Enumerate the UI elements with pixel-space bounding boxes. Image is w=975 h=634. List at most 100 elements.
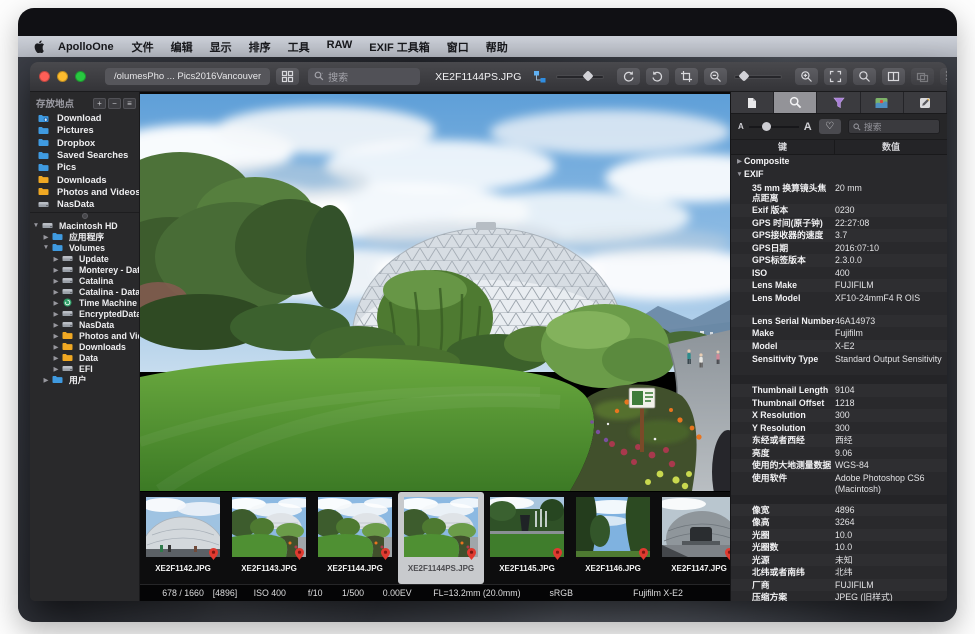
metadata-row[interactable]: 使用的大地测量数据WGS-84 (731, 459, 947, 472)
metadata-row[interactable]: GPS 时间(原子钟)22:27:08 (731, 217, 947, 230)
metadata-row[interactable]: GPS日期2016:07:10 (731, 242, 947, 255)
metadata-row[interactable]: 像高3264 (731, 516, 947, 529)
filmstrip-thumbnail[interactable]: XE2F1143.JPG (226, 492, 312, 584)
sidebar-remove-button[interactable]: − (108, 98, 121, 109)
apple-menu-icon[interactable] (34, 40, 45, 53)
tree-item-data[interactable]: ▶Data (30, 352, 139, 363)
sidebar-add-button[interactable]: + (93, 98, 106, 109)
rotate-right-button[interactable] (646, 68, 669, 85)
metadata-row[interactable]: 厂商FUJIFILM (731, 579, 947, 592)
disclosure-closed-icon[interactable]: ▶ (42, 376, 50, 384)
menu-item-1[interactable]: 文件 (132, 39, 154, 55)
disclosure-closed-icon[interactable]: ▶ (52, 365, 60, 373)
menu-item-9[interactable]: 帮助 (486, 39, 508, 55)
crop-button[interactable] (675, 68, 698, 85)
menu-item-8[interactable]: 窗口 (447, 39, 469, 55)
metadata-row[interactable]: Thumbnail Offset1218 (731, 397, 947, 410)
metadata-section-composite[interactable]: ▶Composite (731, 155, 947, 168)
metadata-row[interactable]: Exif 版本0230 (731, 204, 947, 217)
favorite-heart-button[interactable]: ♡ (819, 119, 841, 134)
disclosure-closed-icon[interactable]: ▶ (52, 343, 60, 351)
metadata-row[interactable]: ISO400 (731, 267, 947, 280)
filmstrip-thumbnail[interactable]: XE2F1146.JPG (570, 492, 656, 584)
rotate-left-button[interactable] (617, 68, 640, 85)
filmstrip-thumbnail[interactable]: XE2F1144.JPG (312, 492, 398, 584)
split-view-button[interactable] (882, 68, 905, 85)
grid-view-button[interactable] (276, 68, 299, 85)
favorite-item-dropbox[interactable]: Dropbox (30, 137, 139, 149)
disclosure-closed-icon[interactable]: ▶ (52, 310, 60, 318)
zoom-window-button[interactable] (75, 71, 86, 82)
metadata-row[interactable]: Thumbnail Length9104 (731, 384, 947, 397)
key-column-header[interactable]: 键 (731, 140, 835, 154)
menu-app-name[interactable]: ApolloOne (58, 41, 114, 53)
value-column-header[interactable]: 数值 (835, 140, 947, 154)
font-size-slider[interactable] (749, 126, 799, 128)
disclosure-closed-icon[interactable]: ▶ (52, 277, 60, 285)
filmstrip-thumbnail[interactable]: XE2F1145.JPG (484, 492, 570, 584)
disclosure-closed-icon[interactable]: ▶ (52, 266, 60, 274)
metadata-row[interactable]: 35 mm 换算镜头焦点距离20 mm (731, 181, 947, 204)
zoom-slider[interactable] (735, 76, 781, 78)
toolbar-search-field[interactable]: 搜索 (308, 68, 420, 85)
metadata-row[interactable]: 东经或者西经西经 (731, 434, 947, 447)
menu-item-4[interactable]: 排序 (249, 39, 271, 55)
actual-size-button[interactable] (853, 68, 876, 85)
tree-item-update[interactable]: ▶Update (30, 253, 139, 264)
tree-item-encrypteddata[interactable]: ▶EncryptedData (30, 308, 139, 319)
metadata-row[interactable]: 光圈10.0 (731, 529, 947, 542)
disclosure-closed-icon[interactable]: ▶ (52, 321, 60, 329)
metadata-row[interactable]: Lens Serial Number46A14973 (731, 315, 947, 328)
browser-tree-icon[interactable] (533, 70, 547, 84)
filmstrip-thumbnail-selected[interactable]: XE2F1144PS.JPG (398, 492, 484, 584)
metadata-row[interactable]: 亮度9.06 (731, 447, 947, 460)
favorite-item-saved-searches[interactable]: Saved Searches (30, 149, 139, 161)
disclosure-open-icon[interactable]: ▼ (735, 168, 744, 181)
metadata-row[interactable]: GPS接收器的速度3.7 (731, 229, 947, 242)
tree-item-photos-and-vide[interactable]: ▶Photos and Vide (30, 330, 139, 341)
disclosure-closed-icon[interactable]: ▶ (42, 233, 50, 241)
tab-filter[interactable] (817, 92, 860, 113)
filmstrip-thumbnail[interactable]: XE2F1147.JPG (656, 492, 730, 584)
disclosure-open-icon[interactable]: ▼ (32, 222, 40, 229)
metadata-row[interactable]: 北纬或者南纬北纬 (731, 566, 947, 579)
metadata-row[interactable]: Lens MakeFUJIFILM (731, 279, 947, 292)
metadata-section-exif[interactable]: ▼EXIF (731, 168, 947, 181)
metadata-row[interactable]: 光源未知 (731, 554, 947, 567)
tab-edit[interactable] (904, 92, 947, 113)
tree-item-monterey-data[interactable]: ▶Monterey - Data (30, 264, 139, 275)
tree-item-downloads[interactable]: ▶Downloads (30, 341, 139, 352)
photo-viewer[interactable] (140, 92, 730, 491)
metadata-row[interactable]: Lens ModelXF10-24mmF4 R OIS (731, 292, 947, 315)
tab-info[interactable] (731, 92, 774, 113)
metadata-row[interactable]: Sensitivity TypeStandard Output Sensitiv… (731, 352, 947, 375)
metadata-row[interactable]: 压缩方案JPEG (旧样式) (731, 591, 947, 601)
tree-item-应用程序[interactable]: ▶应用程序 (30, 231, 139, 242)
favorite-item-pictures[interactable]: Pictures (30, 124, 139, 136)
favorite-item-pics[interactable]: Pics (30, 161, 139, 173)
favorite-item-photos-and-videos[interactable]: Photos and Videos (30, 186, 139, 198)
disclosure-closed-icon[interactable]: ▶ (52, 288, 60, 296)
disclosure-closed-icon[interactable]: ▶ (735, 155, 744, 168)
folder-path-button[interactable]: /olumesPho ... Pics2016Vancouver (105, 68, 270, 85)
zoom-out-button[interactable] (704, 68, 727, 85)
disclosure-closed-icon[interactable]: ▶ (52, 332, 60, 340)
disclosure-closed-icon[interactable]: ▶ (52, 255, 60, 263)
tab-metadata-search[interactable] (774, 92, 817, 113)
disclosure-closed-icon[interactable]: ▶ (52, 354, 60, 362)
thumbnail-size-slider[interactable] (557, 76, 603, 78)
thumbnail-size-slider-thumb[interactable] (582, 70, 593, 81)
tree-item-nasdata[interactable]: ▶NasData (30, 319, 139, 330)
favorite-item-downloads[interactable]: Downloads (30, 173, 139, 185)
menu-item-3[interactable]: 显示 (210, 39, 232, 55)
metadata-row[interactable]: X Resolution300 (731, 409, 947, 422)
filmstrip-thumbnail[interactable]: XE2F1142.JPG (140, 492, 226, 584)
tree-item-catalina-data[interactable]: ▶Catalina - Data (30, 286, 139, 297)
menu-item-7[interactable]: EXIF 工具箱 (369, 39, 430, 55)
tree-item-volumes[interactable]: ▼Volumes (30, 242, 139, 253)
fit-to-window-button[interactable] (824, 68, 847, 85)
metadata-row[interactable]: GPS标签版本2.3.0.0 (731, 254, 947, 267)
selection-button[interactable] (940, 68, 947, 85)
menu-item-5[interactable]: 工具 (288, 39, 310, 55)
disclosure-closed-icon[interactable]: ▶ (52, 299, 60, 307)
